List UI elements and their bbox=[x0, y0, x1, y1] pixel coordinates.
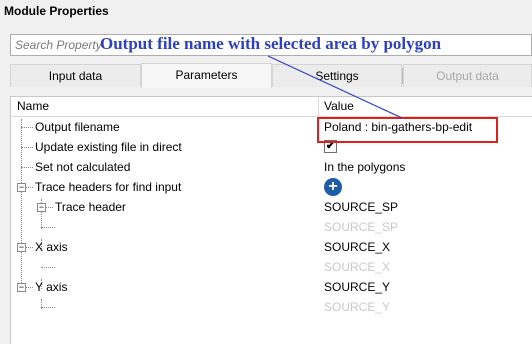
property-row-trace-headers[interactable]: − Trace headers for find input + bbox=[11, 177, 532, 197]
property-row-y-axis-item[interactable]: SOURCE_Y bbox=[11, 297, 532, 317]
property-row-y-axis[interactable]: − Y axis SOURCE_Y bbox=[11, 277, 532, 297]
tree-connector bbox=[21, 147, 33, 148]
property-row-x-axis[interactable]: − X axis SOURCE_X bbox=[11, 237, 532, 257]
tree-connector bbox=[46, 207, 53, 208]
tree-connector bbox=[41, 227, 55, 228]
tab-input-data[interactable]: Input data bbox=[10, 64, 141, 87]
tree-connector bbox=[26, 247, 33, 248]
highlight-box bbox=[317, 117, 498, 143]
property-row-set-not-calculated[interactable]: Set not calculated In the polygons bbox=[11, 157, 532, 177]
tree-connector bbox=[41, 267, 55, 268]
trace-header-value[interactable]: SOURCE_SP bbox=[324, 197, 398, 217]
plus-circle-icon[interactable]: + bbox=[324, 178, 342, 196]
property-name: Trace headers for find input bbox=[35, 180, 182, 194]
window-title: Module Properties bbox=[4, 4, 109, 18]
property-name: X axis bbox=[35, 240, 68, 254]
grid-header: Name Value bbox=[11, 97, 532, 117]
collapse-icon[interactable]: − bbox=[17, 243, 26, 252]
tree-connector bbox=[21, 127, 33, 128]
y-axis-value[interactable]: SOURCE_Y bbox=[324, 277, 390, 297]
property-row-trace-header-item[interactable]: SOURCE_SP bbox=[11, 217, 532, 237]
collapse-icon[interactable]: − bbox=[37, 203, 46, 212]
annotation-label: Output file name with selected area by p… bbox=[100, 34, 442, 53]
x-axis-value[interactable]: SOURCE_X bbox=[324, 237, 390, 257]
properties-grid: Name Value Output filename Poland : bin-… bbox=[10, 96, 532, 344]
collapse-icon[interactable]: − bbox=[17, 183, 26, 192]
tab-parameters[interactable]: Parameters bbox=[141, 63, 272, 88]
set-not-calculated-value[interactable]: In the polygons bbox=[324, 157, 405, 177]
tab-settings[interactable]: Settings bbox=[272, 64, 402, 87]
property-name: Output filename bbox=[35, 120, 120, 134]
property-name: Set not calculated bbox=[35, 160, 131, 174]
y-axis-placeholder[interactable]: SOURCE_Y bbox=[324, 297, 390, 317]
value-column-header[interactable]: Value bbox=[324, 97, 354, 116]
tree-connector bbox=[21, 167, 33, 168]
property-name: Update existing file in direct bbox=[35, 140, 182, 154]
tree-connector bbox=[41, 307, 55, 308]
property-name: Trace header bbox=[55, 200, 126, 214]
trace-header-placeholder[interactable]: SOURCE_SP bbox=[324, 217, 398, 237]
x-axis-placeholder[interactable]: SOURCE_X bbox=[324, 257, 390, 277]
property-row-x-axis-item[interactable]: SOURCE_X bbox=[11, 257, 532, 277]
property-row-trace-header[interactable]: − Trace header SOURCE_SP bbox=[11, 197, 532, 217]
tab-output-data: Output data bbox=[403, 64, 532, 87]
name-column-header[interactable]: Name bbox=[17, 97, 49, 116]
property-name: Y axis bbox=[35, 280, 68, 294]
column-divider[interactable] bbox=[318, 97, 319, 117]
tree-connector bbox=[26, 187, 33, 188]
tab-bar: Input data Parameters Settings Output da… bbox=[10, 63, 532, 88]
tree-connector bbox=[26, 287, 33, 288]
collapse-icon[interactable]: − bbox=[17, 283, 26, 292]
